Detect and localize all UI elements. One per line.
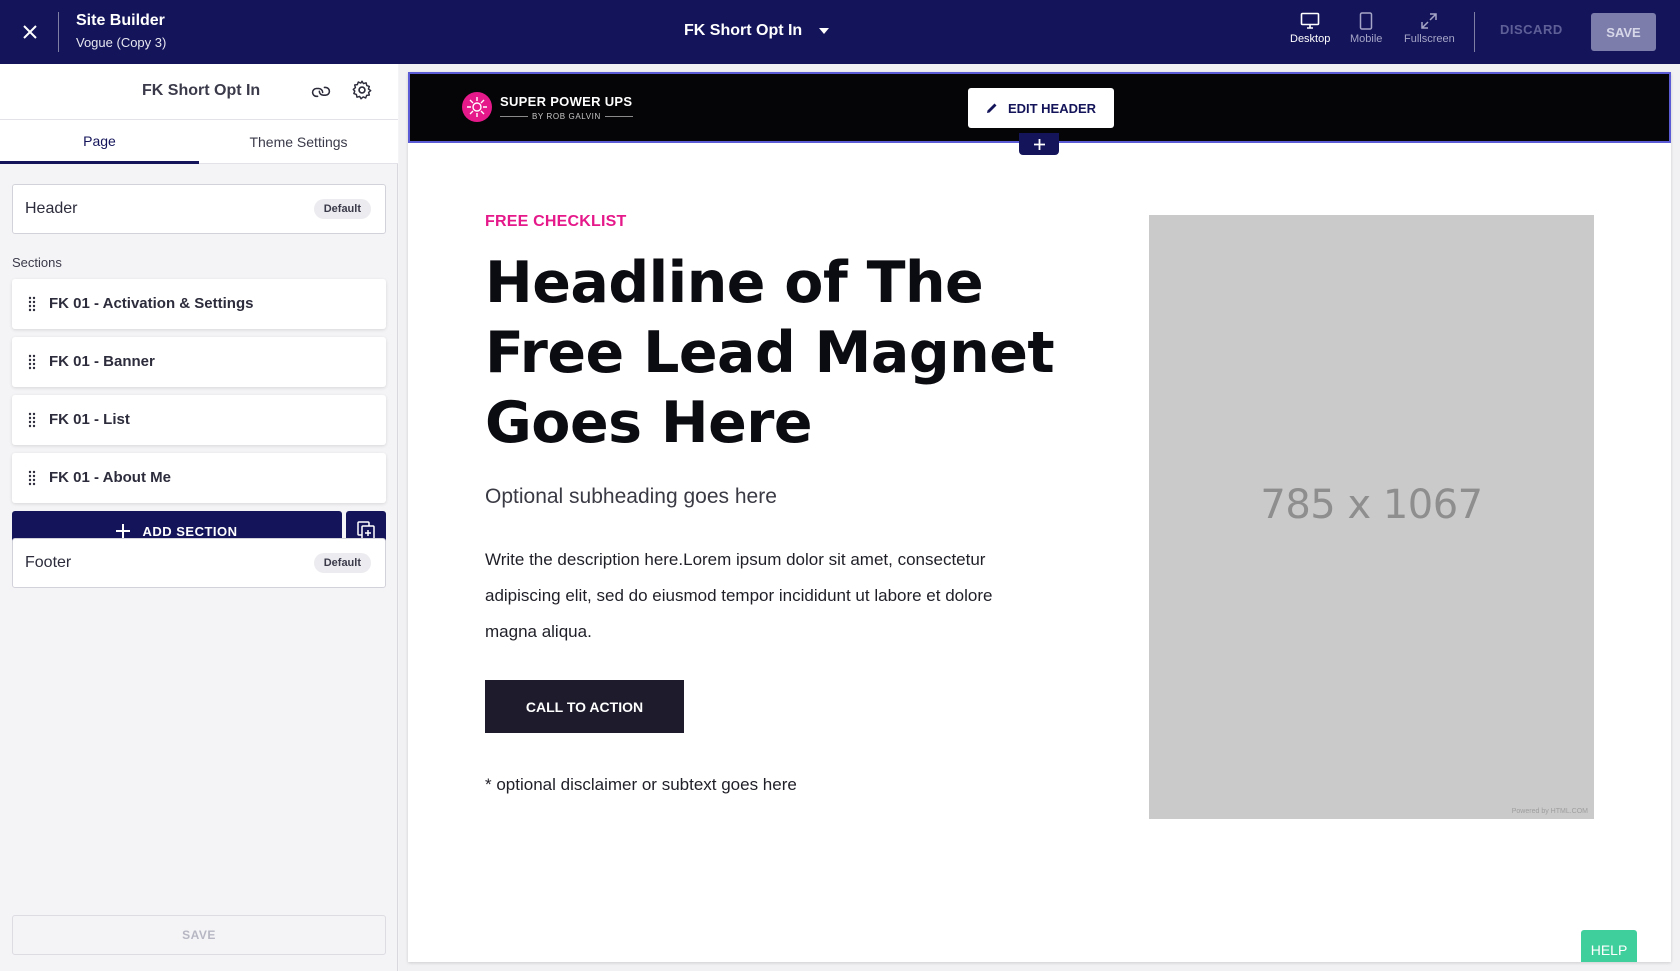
section-item[interactable]: FK 01 - About Me bbox=[12, 453, 386, 503]
disclaimer-text: * optional disclaimer or subtext goes he… bbox=[485, 775, 797, 794]
drag-handle-icon[interactable] bbox=[28, 354, 36, 370]
mobile-icon bbox=[1359, 12, 1373, 30]
close-icon bbox=[23, 25, 37, 39]
add-section-below-header-button[interactable] bbox=[1019, 133, 1059, 155]
logo-wordmark: SUPER POWER UPS BY ROB GALVIN bbox=[500, 94, 633, 121]
edit-header-label: EDIT HEADER bbox=[1007, 100, 1097, 116]
expand-icon bbox=[1421, 13, 1438, 29]
view-fullscreen-button[interactable]: Fullscreen bbox=[1404, 12, 1455, 45]
section-item[interactable]: FK 01 - Activation & Settings bbox=[12, 279, 386, 329]
header-row-label: Header bbox=[25, 200, 78, 217]
preview-area: SUPER POWER UPS BY ROB GALVIN EDIT HEADE… bbox=[399, 64, 1680, 971]
footer-row-label: Footer bbox=[25, 554, 72, 571]
placeholder-credit: Powered by HTML.COM bbox=[1511, 808, 1588, 815]
sidebar-save-button[interactable]: SAVE bbox=[12, 915, 386, 955]
header-row[interactable]: Header Default bbox=[12, 184, 386, 234]
section-item[interactable]: FK 01 - List bbox=[12, 395, 386, 445]
page-headline: Headline of The Free Lead Magnet Goes He… bbox=[485, 250, 1055, 456]
eyebrow-text: FREE CHECKLIST bbox=[485, 213, 627, 230]
view-mobile-label: Mobile bbox=[1350, 33, 1383, 45]
help-button[interactable]: HELP bbox=[1581, 930, 1637, 962]
page-selector-label: FK Short Opt In bbox=[684, 22, 803, 39]
section-label: FK 01 - List bbox=[49, 411, 130, 428]
view-mobile-button[interactable]: Mobile bbox=[1350, 12, 1382, 45]
app-title: Site Builder bbox=[76, 12, 165, 29]
site-logo: SUPER POWER UPS BY ROB GALVIN bbox=[460, 90, 633, 124]
view-desktop-button[interactable]: Desktop bbox=[1290, 12, 1330, 45]
status-badge: Default bbox=[313, 553, 371, 573]
pencil-icon bbox=[986, 103, 997, 113]
page-selector[interactable]: FK Short Opt In bbox=[684, 22, 830, 40]
placeholder-image: 785 x 1067 Powered by HTML.COM bbox=[1149, 215, 1594, 819]
tab-page[interactable]: Page bbox=[0, 120, 199, 164]
sidebar-tabs: Page Theme Settings bbox=[0, 120, 398, 164]
view-fullscreen-label: Fullscreen bbox=[1404, 33, 1455, 45]
section-label: FK 01 - Activation & Settings bbox=[49, 295, 254, 312]
add-section-label: ADD SECTION bbox=[142, 523, 238, 539]
edit-header-button[interactable]: EDIT HEADER bbox=[968, 88, 1114, 128]
view-desktop-label: Desktop bbox=[1290, 33, 1331, 45]
drag-handle-icon[interactable] bbox=[28, 296, 36, 312]
star-badge-icon bbox=[462, 92, 492, 122]
plus-icon bbox=[1033, 138, 1045, 150]
drag-handle-icon[interactable] bbox=[28, 412, 36, 428]
divider bbox=[1474, 12, 1475, 52]
tab-theme-settings[interactable]: Theme Settings bbox=[199, 120, 398, 164]
section-item[interactable]: FK 01 - Banner bbox=[12, 337, 386, 387]
placeholder-size-text: 785 x 1067 bbox=[1260, 482, 1483, 528]
page-description: Write the description here.Lorem ipsum d… bbox=[485, 550, 993, 641]
sidebar: FK Short Opt In Page Theme Settings Head… bbox=[0, 64, 398, 971]
divider bbox=[58, 12, 59, 52]
page-preview: SUPER POWER UPS BY ROB GALVIN EDIT HEADE… bbox=[408, 72, 1671, 962]
desktop-icon bbox=[1300, 12, 1320, 29]
discard-button[interactable]: DISCARD bbox=[1500, 22, 1563, 37]
section-label: FK 01 - About Me bbox=[49, 469, 171, 486]
sidebar-header: FK Short Opt In bbox=[0, 64, 398, 120]
footer-row[interactable]: Footer Default bbox=[12, 538, 386, 588]
call-to-action-button[interactable]: CALL TO ACTION bbox=[485, 680, 684, 733]
page-subheading: Optional subheading goes here bbox=[485, 485, 777, 508]
logo-main-text: SUPER POWER UPS bbox=[500, 93, 633, 109]
sections-heading: Sections bbox=[12, 255, 62, 270]
gear-icon bbox=[352, 80, 372, 100]
status-badge: Default bbox=[313, 199, 371, 219]
link-icon bbox=[311, 86, 331, 98]
copy-link-button[interactable] bbox=[310, 81, 332, 108]
plus-icon bbox=[116, 524, 131, 538]
top-bar: Site Builder Vogue (Copy 3) FK Short Opt… bbox=[0, 0, 1680, 64]
page-settings-button[interactable] bbox=[351, 79, 373, 106]
sidebar-page-title: FK Short Opt In bbox=[142, 82, 261, 99]
section-label: FK 01 - Banner bbox=[49, 353, 155, 370]
site-name: Vogue (Copy 3) bbox=[76, 35, 167, 50]
close-button[interactable] bbox=[18, 20, 42, 44]
save-button[interactable]: SAVE bbox=[1591, 13, 1656, 51]
logo-sub-text: BY ROB GALVIN bbox=[500, 112, 633, 121]
drag-handle-icon[interactable] bbox=[28, 470, 36, 486]
caret-down-icon bbox=[819, 28, 830, 34]
